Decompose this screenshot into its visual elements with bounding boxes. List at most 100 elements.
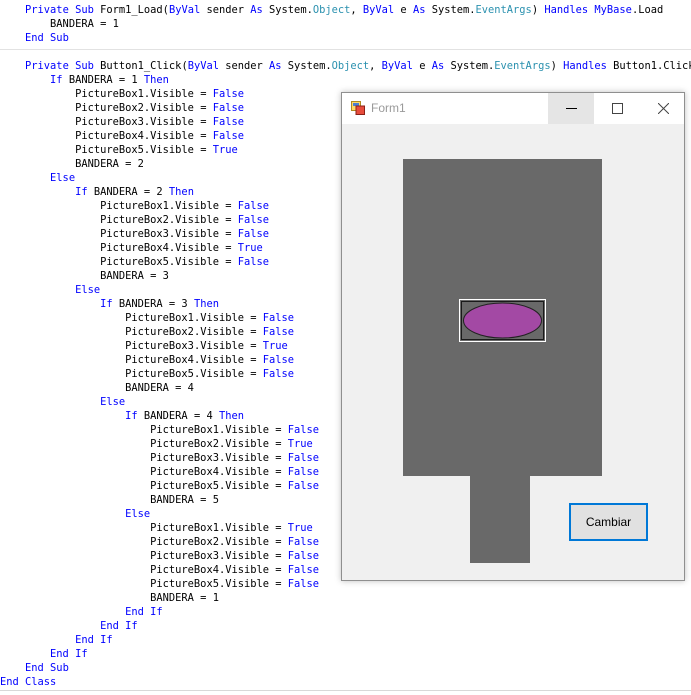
code-token: Button1.Click [606,60,691,72]
code-token: PictureBox1.Visible = [125,312,263,324]
keyword-token: False [287,578,320,590]
code-token: System. [262,4,313,16]
editor-bottom-divider [0,690,691,691]
code-line: Private Sub Form1_Load(ByVal sender As S… [0,3,663,17]
keyword-token: False [287,564,320,576]
keyword-token: False [212,88,244,100]
keyword-token: Then [143,74,169,86]
code-token: e [394,4,413,16]
code-line: End Sub [0,31,69,45]
code-line: PictureBox4.Visible = False [0,353,294,367]
keyword-token: Then [193,298,219,310]
code-line: BANDERA = 5 [0,493,219,507]
code-line: PictureBox3.Visible = False [0,451,319,465]
code-token: BANDERA = 4 [137,410,219,422]
keyword-token: As [269,60,282,72]
keyword-token: Else [125,508,151,520]
code-token: PictureBox3.Visible = [75,116,213,128]
code-token: e [412,60,432,72]
keyword-token: False [287,424,320,436]
keyword-token: False [237,200,270,212]
code-token: PictureBox3.Visible = [125,340,263,352]
code-token: PictureBox3.Visible = [150,452,288,464]
keyword-token: If [50,74,63,86]
code-token: sender [200,4,251,16]
code-line: PictureBox5.Visible = False [0,255,269,269]
keyword-token: True [287,438,313,450]
code-token: BANDERA = 2 [75,158,144,170]
code-line: End If [0,605,163,619]
close-button[interactable] [640,93,686,124]
code-line: PictureBox3.Visible = False [0,227,269,241]
code-line: PictureBox5.Visible = False [0,367,294,381]
gray-panel-stem [470,476,530,563]
picturebox-selected[interactable] [459,299,546,342]
keyword-token: True [262,340,288,352]
keyword-token: False [287,466,320,478]
window-titlebar[interactable]: Form1 [342,93,684,124]
keyword-token: True [287,522,313,534]
keyword-token: End Sub [25,32,69,44]
code-line: BANDERA = 1 [0,591,219,605]
keyword-token: Handles [544,4,589,16]
code-token: PictureBox2.Visible = [150,438,288,450]
code-token: PictureBox5.Visible = [125,368,263,380]
keyword-token: False [287,452,320,464]
keyword-token: End Sub [25,662,69,674]
code-line: PictureBox2.Visible = True [0,437,313,451]
code-token: , [350,4,363,16]
code-line: PictureBox3.Visible = False [0,549,319,563]
procedure-divider [0,49,691,50]
code-token: PictureBox5.Visible = [100,256,238,268]
keyword-token: Handles [563,60,607,72]
code-line: PictureBox2.Visible = False [0,101,244,115]
code-token: .Load [631,4,664,16]
code-token: PictureBox4.Visible = [150,466,288,478]
code-line: BANDERA = 4 [0,381,194,395]
keyword-token: Private Sub [25,4,94,16]
code-line: End If [0,633,113,647]
keyword-token: False [212,130,244,142]
code-token: PictureBox2.Visible = [125,326,263,338]
minimize-button[interactable] [548,93,594,124]
code-line: BANDERA = 1 [0,17,119,31]
cambiar-button[interactable]: Cambiar [569,503,648,541]
code-token: PictureBox3.Visible = [150,550,288,562]
keyword-token: Else [100,396,126,408]
code-token: BANDERA = 2 [87,186,169,198]
code-token: sender [218,60,270,72]
keyword-token: False [237,214,270,226]
code-line: Else [0,507,150,521]
code-line: PictureBox3.Visible = True [0,339,288,353]
code-token: BANDERA = 3 [100,270,169,282]
maximize-button[interactable] [594,93,640,124]
keyword-token: True [237,242,263,254]
code-line: PictureBox5.Visible = True [0,143,238,157]
keyword-token: End If [50,648,88,660]
keyword-token: Else [50,172,76,184]
code-line: Else [0,283,100,297]
code-line: PictureBox2.Visible = False [0,535,319,549]
keyword-token: End If [125,606,163,618]
code-token: Form1_Load( [93,4,169,16]
code-line: End If [0,619,138,633]
keyword-token: False [262,368,295,380]
code-token: PictureBox4.Visible = [100,242,238,254]
keyword-token: As [250,4,263,16]
